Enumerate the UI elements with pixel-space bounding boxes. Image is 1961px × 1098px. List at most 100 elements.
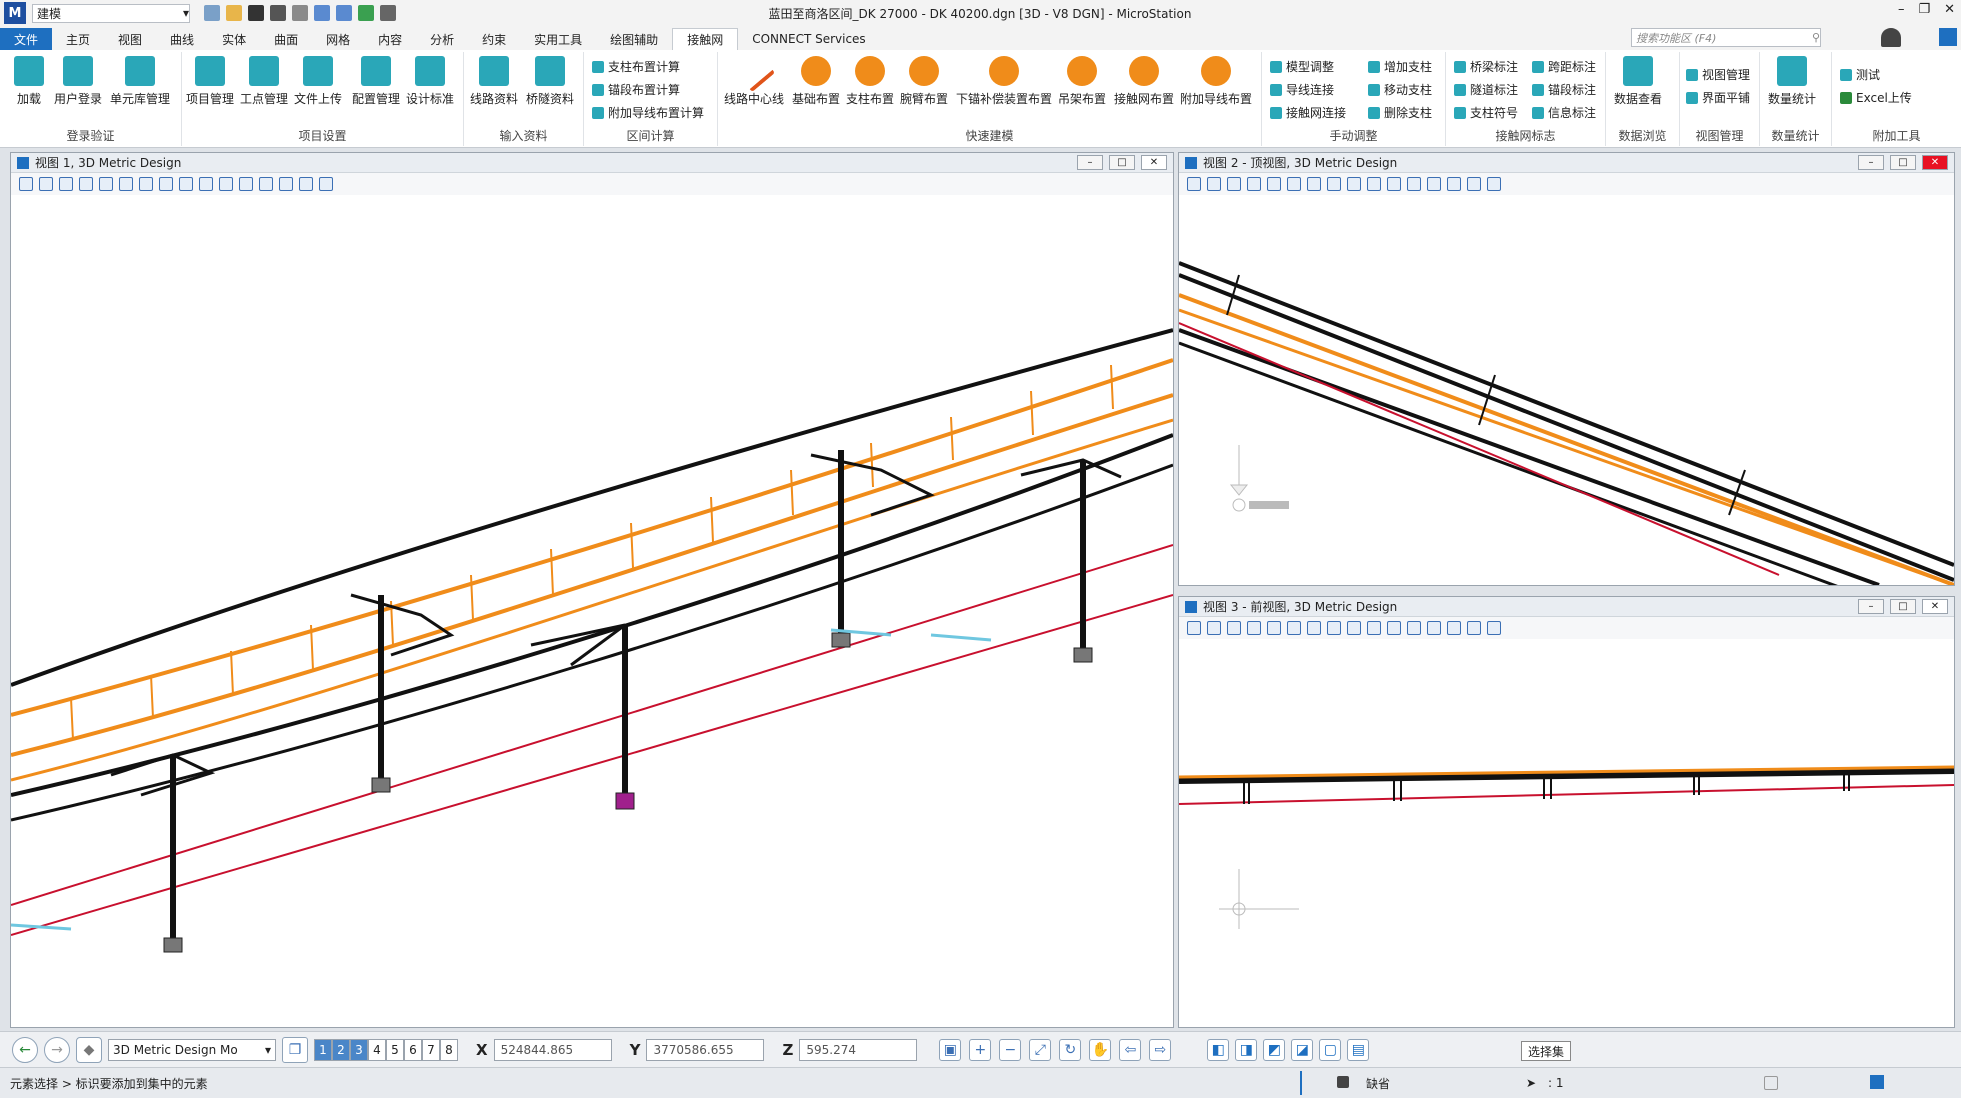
- tab-12[interactable]: 接触网: [672, 28, 739, 50]
- view-manage-item[interactable]: 视图管理: [1686, 66, 1750, 83]
- user-icon[interactable]: [204, 5, 220, 21]
- span-mark-item[interactable]: 跨距标注: [1532, 58, 1596, 75]
- view-1-titlebar[interactable]: 视图 1, 3D Metric Design: [11, 153, 1173, 173]
- anchor-mark-item[interactable]: 锚段标注: [1532, 81, 1596, 98]
- display-style-icon[interactable]: [39, 177, 53, 191]
- account-icon[interactable]: [1881, 28, 1901, 47]
- display-style-icon[interactable]: [1207, 621, 1221, 635]
- front-view-cube-icon[interactable]: ◨: [1235, 1038, 1258, 1061]
- rotate-view-icon[interactable]: [179, 177, 193, 191]
- camera-icon[interactable]: [1467, 621, 1481, 635]
- lighting-icon[interactable]: [1227, 621, 1241, 635]
- zoom-out-icon[interactable]: −: [999, 1038, 1022, 1061]
- zoom-in-icon[interactable]: +: [969, 1038, 992, 1061]
- delete-pole-item[interactable]: 删除支柱: [1368, 104, 1432, 121]
- cloud-icon[interactable]: [1870, 1075, 1884, 1089]
- camera-icon[interactable]: [299, 177, 313, 191]
- copy-view-icon[interactable]: [1447, 621, 1461, 635]
- fit-view-icon[interactable]: ⤢: [1029, 1038, 1052, 1061]
- route-data-button[interactable]: 线路资料: [470, 56, 518, 107]
- zoom-out-icon[interactable]: [1287, 621, 1301, 635]
- redo-icon[interactable]: [336, 5, 352, 21]
- active-level[interactable]: 缺省: [1366, 1075, 1390, 1092]
- save-icon[interactable]: [248, 5, 264, 21]
- tab-0[interactable]: 文件: [0, 28, 53, 50]
- forward-icon[interactable]: →: [44, 1036, 70, 1063]
- catenary-button[interactable]: 接触网布置: [1114, 56, 1174, 107]
- open-icon[interactable]: [226, 5, 242, 21]
- foundation-button[interactable]: 基础布置: [792, 56, 840, 107]
- tab-11[interactable]: 绘图辅助: [596, 28, 672, 50]
- view-attributes-icon[interactable]: ▣: [939, 1038, 962, 1061]
- x-coordinate-field[interactable]: 524844.865: [493, 1038, 612, 1061]
- view-attributes-icon[interactable]: [1187, 621, 1201, 635]
- workspace-select[interactable]: 建模 ▾: [32, 3, 190, 23]
- view-2-canvas[interactable]: [1179, 195, 1954, 585]
- view-maximize-button[interactable]: □: [1890, 599, 1916, 614]
- tension-device-button[interactable]: 下锚补偿装置布置: [956, 56, 1052, 107]
- bridge-mark-item[interactable]: 桥梁标注: [1454, 58, 1518, 75]
- view-maximize-button[interactable]: □: [1890, 155, 1916, 170]
- tunnel-mark-item[interactable]: 隧道标注: [1454, 81, 1518, 98]
- tab-6[interactable]: 网格: [312, 28, 364, 50]
- print-icon[interactable]: [380, 5, 396, 21]
- zoom-in-icon[interactable]: [1267, 621, 1281, 635]
- view-number-button[interactable]: 3: [350, 1038, 368, 1061]
- lock-icon[interactable]: [1337, 1076, 1349, 1088]
- user-login-button[interactable]: 用户登录: [54, 56, 102, 107]
- camera-icon[interactable]: [1467, 177, 1481, 191]
- view-3[interactable]: 视图 3 - 前视图, 3D Metric Design – □ ✕: [1178, 596, 1955, 1028]
- snap-icon[interactable]: [1300, 1071, 1330, 1095]
- rotate-view-icon[interactable]: [1347, 621, 1361, 635]
- previous-view-icon[interactable]: [239, 177, 253, 191]
- tab-8[interactable]: 分析: [416, 28, 468, 50]
- tab-4[interactable]: 实体: [208, 28, 260, 50]
- view-3-titlebar[interactable]: 视图 3 - 前视图, 3D Metric Design: [1179, 597, 1954, 617]
- extra-wire-calc-item[interactable]: 附加导线布置计算: [592, 104, 704, 121]
- copy-view-icon[interactable]: [279, 177, 293, 191]
- view-minimize-button[interactable]: –: [1858, 155, 1884, 170]
- window-area-icon[interactable]: [139, 177, 153, 191]
- microstation-logo-icon[interactable]: M: [4, 2, 26, 24]
- move-pole-item[interactable]: 移动支柱: [1368, 81, 1432, 98]
- hanger-button[interactable]: 吊架布置: [1058, 56, 1106, 107]
- tab-10[interactable]: 实用工具: [520, 28, 596, 50]
- lighting-icon[interactable]: [59, 177, 73, 191]
- tab-1[interactable]: 主页: [52, 28, 104, 50]
- bottom-view-cube-icon[interactable]: ▢: [1319, 1038, 1342, 1061]
- pole-symbol-item[interactable]: 支柱符号: [1454, 104, 1518, 121]
- clip-icon[interactable]: [1247, 621, 1261, 635]
- view-number-button[interactable]: 2: [332, 1038, 350, 1061]
- info-mark-item[interactable]: 信息标注: [1532, 104, 1596, 121]
- wire-connect-item[interactable]: 导线连接: [1270, 81, 1346, 98]
- save-all-icon[interactable]: [270, 5, 286, 21]
- view-minimize-button[interactable]: –: [1858, 599, 1884, 614]
- fit-view-icon[interactable]: [1327, 621, 1341, 635]
- data-view-button[interactable]: 数据查看: [1614, 56, 1662, 107]
- iso-view-cube-icon[interactable]: ◪: [1291, 1038, 1314, 1061]
- next-view-icon[interactable]: ⇨: [1149, 1038, 1172, 1061]
- previous-view-icon[interactable]: [1407, 621, 1421, 635]
- close-icon[interactable]: ✕: [1944, 2, 1955, 17]
- message-icon[interactable]: [1764, 1076, 1778, 1090]
- back-view-cube-icon[interactable]: ▤: [1347, 1038, 1370, 1061]
- tab-2[interactable]: 视图: [104, 28, 156, 50]
- view-number-button[interactable]: 7: [422, 1038, 440, 1061]
- lighting-icon[interactable]: [1227, 177, 1241, 191]
- pan-icon[interactable]: ✋: [1089, 1038, 1112, 1061]
- compress-icon[interactable]: [292, 5, 308, 21]
- cantilever-button[interactable]: 腕臂布置: [900, 56, 948, 107]
- previous-view-icon[interactable]: [1407, 177, 1421, 191]
- view-attributes-icon[interactable]: [19, 177, 33, 191]
- model-select[interactable]: 3D Metric Design Mo ▾: [108, 1038, 276, 1061]
- previous-view-icon[interactable]: ⇦: [1119, 1038, 1142, 1061]
- top-view-cube-icon[interactable]: ◧: [1207, 1038, 1230, 1061]
- cell-library-button[interactable]: 单元库管理: [110, 56, 170, 107]
- view-number-button[interactable]: 6: [404, 1038, 422, 1061]
- rotate-view-icon[interactable]: ↻: [1059, 1038, 1082, 1061]
- next-view-icon[interactable]: [259, 177, 273, 191]
- display-style-icon[interactable]: [1207, 177, 1221, 191]
- fit-view-icon[interactable]: [1327, 177, 1341, 191]
- view-2-titlebar[interactable]: 视图 2 - 顶视图, 3D Metric Design: [1179, 153, 1954, 173]
- view-close-button[interactable]: ✕: [1141, 155, 1167, 170]
